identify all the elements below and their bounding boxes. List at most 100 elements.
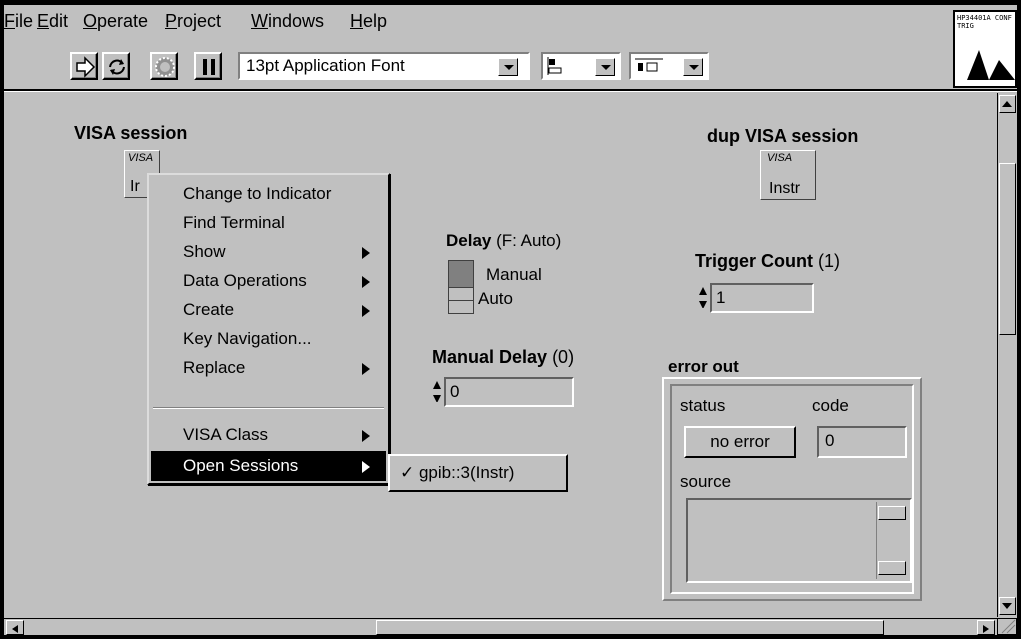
pause-icon: [203, 59, 215, 75]
menu-help[interactable]: Help: [350, 11, 387, 32]
menu-item-create[interactable]: Create: [151, 295, 386, 325]
scroll-right-button[interactable]: [977, 620, 995, 635]
dup-visa-session-value: Instr: [769, 180, 801, 197]
run-continuously-button[interactable]: [102, 52, 130, 80]
waveform-icon: [955, 50, 1015, 80]
vi-icon[interactable]: HP34401A CONF TRIG: [953, 10, 1017, 88]
delay-manual-label: Manual: [486, 265, 542, 284]
menu-item-key-navigation[interactable]: Key Navigation...: [151, 324, 386, 354]
toolbar-separator: [4, 89, 1017, 92]
scroll-up-button[interactable]: [878, 506, 906, 520]
code-indicator: 0: [817, 426, 907, 458]
distribute-objects-icon: [635, 58, 663, 72]
menu-item-label: Open Sessions: [183, 456, 299, 475]
run-button[interactable]: [70, 52, 98, 80]
status-indicator: no error: [684, 426, 796, 458]
scroll-thumb[interactable]: [999, 163, 1016, 335]
menu-item-label: Find Terminal: [183, 213, 285, 232]
distribute-objects-select[interactable]: [629, 52, 709, 80]
error-out-label: error out: [668, 357, 739, 376]
align-objects-select[interactable]: [541, 52, 621, 80]
menu-item-gpib-session[interactable]: ✓ gpib::3(Instr): [392, 458, 562, 488]
source-indicator: [686, 498, 912, 583]
delay-switch-manual-half[interactable]: [449, 261, 473, 287]
visa-tag: VISA: [767, 152, 793, 164]
arrow-up-icon: [1002, 101, 1012, 107]
font-select[interactable]: 13pt Application Font: [238, 52, 530, 80]
menu-item-label: ✓ gpib::3(Instr): [400, 463, 515, 482]
delay-auto-label: Auto: [478, 289, 513, 308]
chevron-down-icon[interactable]: [683, 58, 703, 76]
increment-decrement-icon[interactable]: [698, 286, 708, 308]
menu-item-label: VISA Class: [183, 425, 269, 444]
menu-item-data-operations[interactable]: Data Operations: [151, 266, 386, 296]
menu-project[interactable]: Project: [165, 11, 221, 32]
scroll-down-button[interactable]: [999, 597, 1016, 615]
trigger-count-label: Trigger Count (1): [695, 251, 840, 272]
scroll-up-button[interactable]: [999, 95, 1016, 113]
submenu-arrow-icon: [362, 363, 370, 375]
arrow-left-icon: [12, 625, 18, 633]
context-menu: Change to Indicator Find Terminal Show D…: [147, 173, 390, 485]
trigger-count-default: (1): [818, 251, 841, 271]
submenu-arrow-icon: [362, 247, 370, 259]
menu-item-show[interactable]: Show: [151, 237, 386, 267]
delay-default: (F: Auto): [496, 231, 562, 250]
error-out-frame: status code no error 0 source: [670, 384, 914, 594]
menu-item-label: Data Operations: [183, 271, 307, 290]
run-continuously-icon: [109, 59, 125, 75]
menu-separator: [153, 407, 384, 409]
horizontal-scrollbar[interactable]: [4, 618, 997, 635]
menu-item-change-to-indicator[interactable]: Change to Indicator: [151, 179, 386, 209]
dup-visa-session-label: dup VISA session: [707, 126, 859, 146]
status-label: status: [680, 396, 726, 415]
menu-item-label: Create: [183, 300, 235, 319]
manual-delay-field[interactable]: 0: [444, 377, 574, 407]
menu-file[interactable]: File: [4, 11, 33, 32]
open-sessions-submenu: ✓ gpib::3(Instr): [388, 454, 568, 492]
delay-label-name: Delay: [446, 231, 492, 250]
visa-session-value: Ir: [130, 178, 140, 195]
scroll-down-button[interactable]: [878, 561, 906, 575]
submenu-arrow-icon: [362, 461, 370, 473]
chevron-down-icon[interactable]: [595, 58, 615, 76]
vi-icon-label: HP34401A CONF TRIG: [957, 14, 1012, 30]
menu-item-label: Show: [183, 242, 226, 261]
size-grip[interactable]: [997, 618, 1017, 635]
scroll-thumb[interactable]: [376, 620, 884, 635]
abort-button[interactable]: [150, 52, 178, 80]
delay-switch[interactable]: [448, 260, 474, 314]
submenu-arrow-icon: [362, 305, 370, 317]
menu-item-open-sessions[interactable]: Open Sessions: [151, 451, 386, 481]
delay-switch-auto-half[interactable]: [449, 287, 473, 313]
menu-item-replace[interactable]: Replace: [151, 353, 386, 383]
run-arrow-icon: [76, 56, 96, 78]
menu-edit[interactable]: Edit: [37, 11, 68, 32]
source-scrollbar[interactable]: [876, 502, 908, 579]
manual-delay-label: Manual Delay (0): [432, 347, 574, 368]
menu-operate[interactable]: Operate: [83, 11, 148, 32]
scroll-left-button[interactable]: [6, 620, 24, 635]
dup-visa-session-indicator: VISA Instr: [760, 150, 816, 200]
arrow-down-icon: [1002, 603, 1012, 609]
manual-delay-default: (0): [552, 347, 575, 367]
menu-windows[interactable]: Windows: [251, 11, 324, 32]
error-out-cluster: status code no error 0 source: [662, 377, 922, 601]
menu-item-find-terminal[interactable]: Find Terminal: [151, 208, 386, 238]
chevron-down-icon[interactable]: [498, 58, 518, 76]
trigger-count-label-name: Trigger Count: [695, 251, 813, 271]
submenu-arrow-icon: [362, 276, 370, 288]
menu-item-label: Replace: [183, 358, 246, 377]
front-panel-window: File Edit Operate Project Windows Help 1…: [4, 5, 1017, 635]
visa-tag: VISA: [128, 152, 154, 164]
font-select-value: 13pt Application Font: [246, 56, 405, 75]
menu-item-visa-class[interactable]: VISA Class: [151, 420, 386, 450]
menu-item-label: Key Navigation...: [183, 329, 312, 348]
pause-button[interactable]: [194, 52, 222, 80]
submenu-arrow-icon: [362, 430, 370, 442]
trigger-count-field[interactable]: 1: [710, 283, 814, 313]
resize-grip-icon: [1001, 619, 1016, 634]
increment-decrement-icon[interactable]: [432, 380, 442, 402]
vertical-scrollbar[interactable]: [997, 93, 1017, 617]
align-objects-icon: [547, 57, 562, 75]
